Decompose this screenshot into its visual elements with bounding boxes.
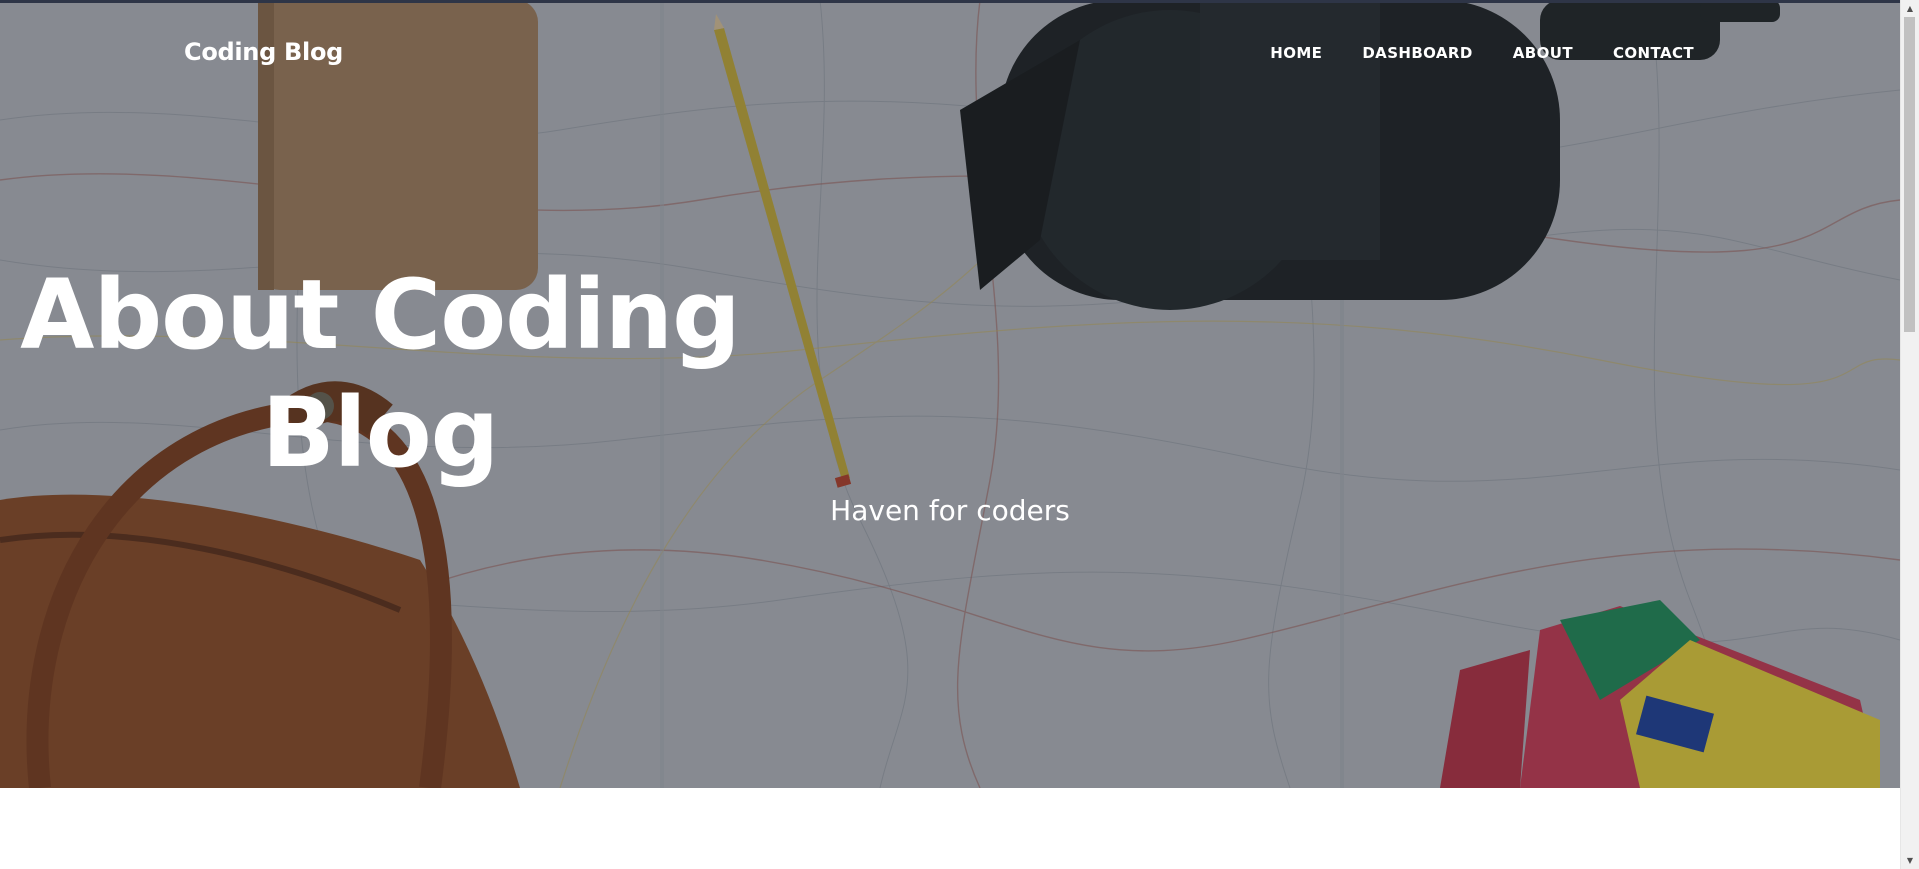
nav-link-about[interactable]: ABOUT xyxy=(1493,44,1593,62)
scrollbar-thumb[interactable] xyxy=(1904,17,1915,332)
nav-links: HOME DASHBOARD ABOUT CONTACT xyxy=(1250,44,1694,62)
page: Coding Blog HOME DASHBOARD ABOUT CONTACT… xyxy=(0,0,1919,869)
triangle-down-icon[interactable]: ▼ xyxy=(1901,852,1919,869)
main-content xyxy=(0,788,1900,869)
nav-link-dashboard[interactable]: DASHBOARD xyxy=(1342,44,1492,62)
navbar: Coding Blog HOME DASHBOARD ABOUT CONTACT xyxy=(0,0,1900,110)
browser-top-edge xyxy=(0,0,1900,3)
nav-link-home[interactable]: HOME xyxy=(1250,44,1342,62)
page-title: About Coding Blog xyxy=(20,259,741,489)
hero-heading: About Coding Blog Haven for coders xyxy=(0,256,1900,527)
nav-link-contact[interactable]: CONTACT xyxy=(1593,44,1694,62)
vertical-scrollbar[interactable]: ▲ ▼ xyxy=(1900,0,1919,869)
triangle-up-icon[interactable]: ▲ xyxy=(1901,0,1919,17)
masthead: Coding Blog HOME DASHBOARD ABOUT CONTACT… xyxy=(0,0,1900,788)
brand-link[interactable]: Coding Blog xyxy=(184,38,343,66)
page-subtitle: Haven for coders xyxy=(830,494,1070,527)
